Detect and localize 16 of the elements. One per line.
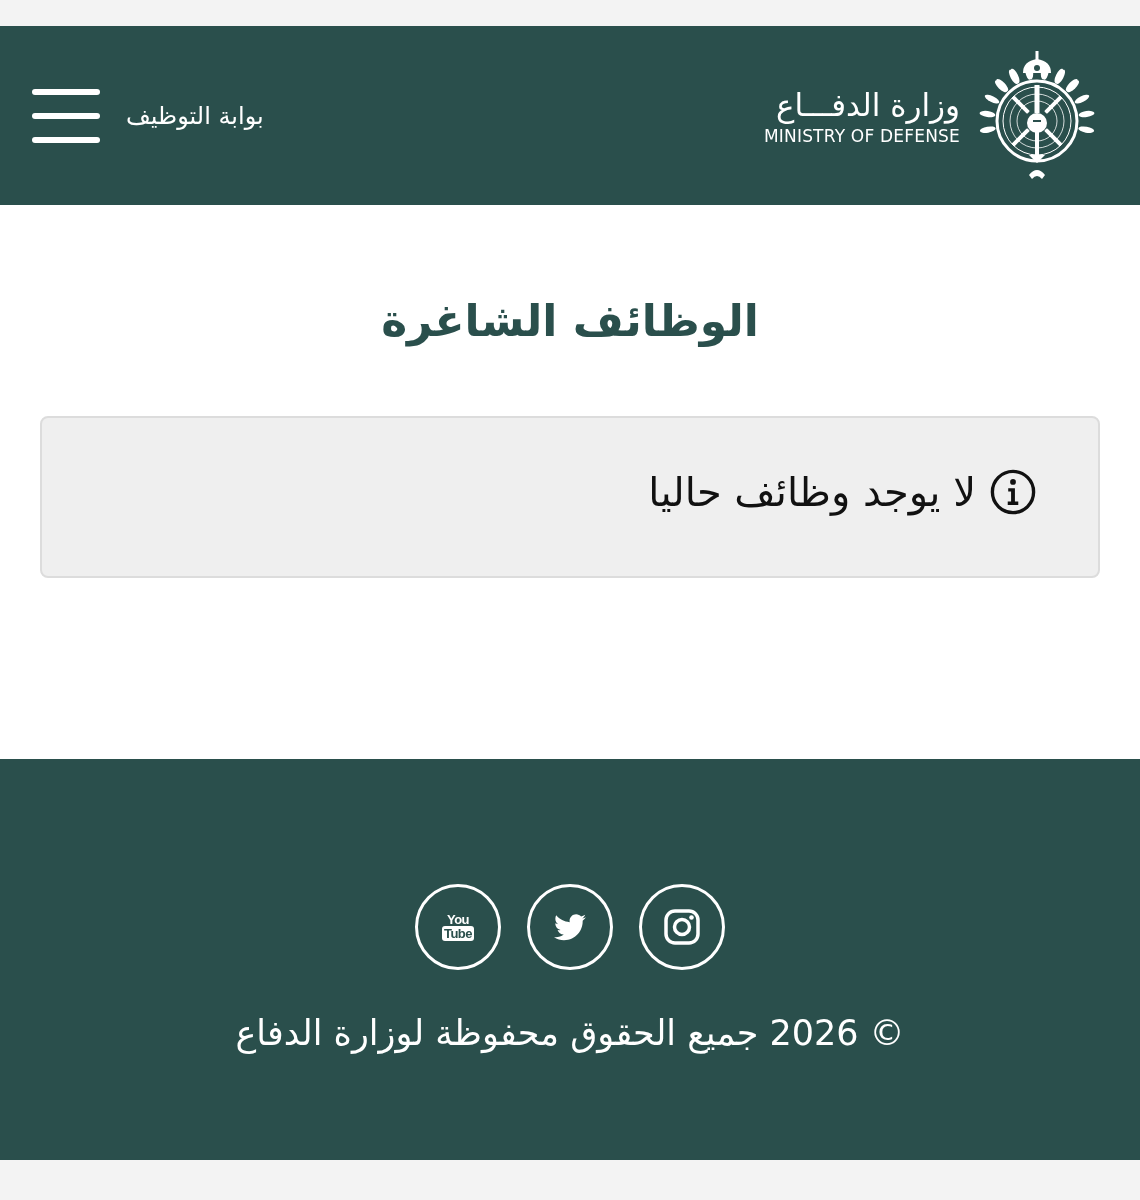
portal-title: بوابة التوظيف (126, 100, 264, 132)
social-link[interactable]: You Tube (415, 884, 501, 970)
menu-button[interactable] (32, 88, 100, 143)
menu-icon (32, 88, 100, 143)
copyright-text: © 2026 جميع الحقوق محفوظة لوزارة الدفاع (235, 1012, 905, 1056)
ministry-name-arabic: وزارة الدفـــاع (776, 85, 960, 125)
logo-text: You (446, 913, 470, 926)
social-link[interactable] (639, 884, 725, 970)
page-title: الوظائف الشاغرة (380, 294, 760, 349)
social-link[interactable] (527, 884, 613, 970)
ministry-name-english: MINISTRY OF DEFENSE (763, 124, 960, 147)
info-icon (990, 469, 1036, 515)
logo-tile: Tube (441, 926, 475, 941)
camera-icon (664, 909, 700, 945)
bird-icon (554, 913, 586, 941)
notice-message: لا يوجد وظائف حاليا (648, 468, 976, 518)
